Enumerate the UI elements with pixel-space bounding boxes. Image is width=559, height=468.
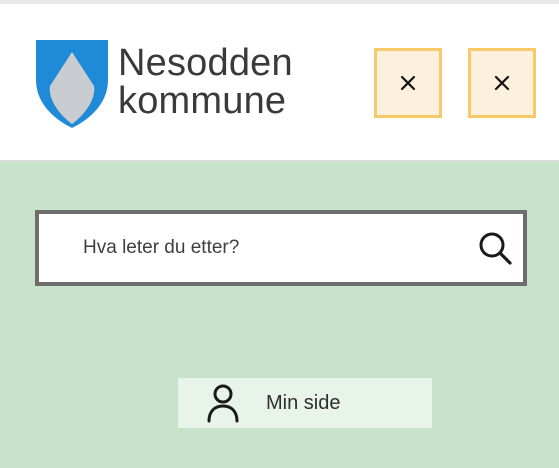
search-input[interactable] — [83, 214, 443, 282]
close-button-1[interactable] — [374, 48, 442, 118]
close-icon — [400, 75, 416, 91]
page: Nesodden kommune Hva leter du etter? Min… — [0, 0, 559, 468]
search-box — [35, 210, 527, 286]
coat-of-arms-icon — [36, 40, 108, 128]
person-icon — [207, 384, 239, 423]
site-header: Nesodden kommune — [0, 8, 559, 162]
close-button-2[interactable] — [468, 48, 536, 118]
search-icon[interactable] — [477, 230, 513, 266]
min-side-button[interactable]: Min side — [178, 378, 432, 428]
close-icon — [494, 75, 510, 91]
menu-panel: Min side — [0, 162, 559, 468]
min-side-label: Min side — [266, 391, 341, 414]
logo-line1: Nesodden — [118, 42, 293, 84]
nesodden-logo[interactable]: Nesodden kommune — [34, 38, 304, 130]
logo-text: Nesodden kommune — [118, 44, 293, 120]
logo-line2: kommune — [118, 80, 287, 122]
